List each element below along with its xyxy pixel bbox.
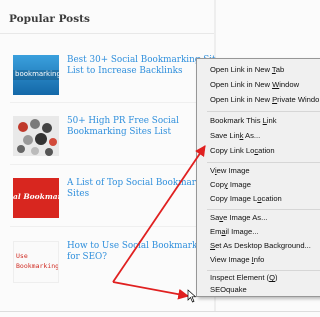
mouse-cursor-icon xyxy=(187,289,197,303)
annotation-arrow xyxy=(112,145,206,283)
annotation-overlay xyxy=(112,145,206,303)
annotation-arrow xyxy=(112,281,190,300)
